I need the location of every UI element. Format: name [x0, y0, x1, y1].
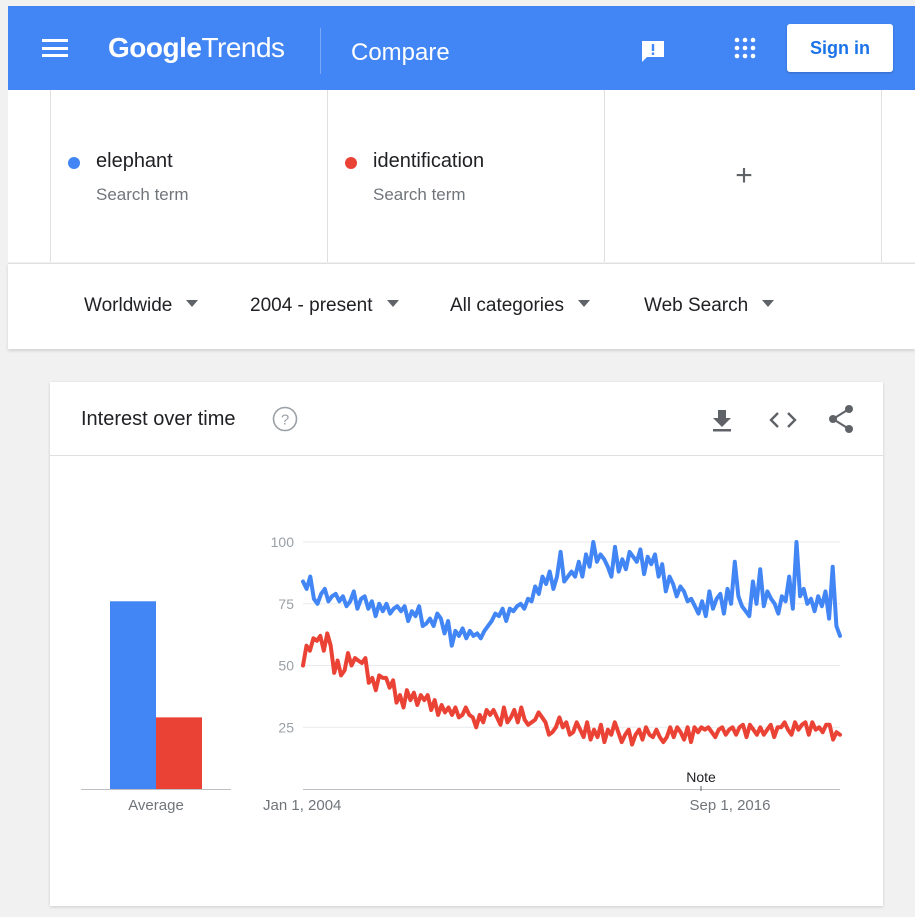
interest-over-time-card: Interest over time ? Average 25 50 75 100 Jan… [50, 382, 883, 906]
category-label: All categories [450, 295, 565, 316]
term-name: identification [373, 150, 485, 172]
term-type: Search term [373, 185, 466, 204]
y-tick-label: 50 [278, 658, 294, 674]
series-line-elephant [301, 540, 842, 648]
interest-chart: Average 25 50 75 100 Jan 1, 2004 Sep 1, 2016 No… [81, 534, 842, 814]
apps-grid-icon[interactable] [734, 37, 756, 59]
y-tick-label: 25 [278, 719, 294, 735]
feedback-icon[interactable] [640, 39, 666, 63]
dropdown-caret-icon [186, 300, 199, 308]
time-range-dropdown[interactable]: 2004 - present [250, 295, 399, 317]
x-tick-label-end: Sep 1, 2016 [690, 797, 771, 814]
dropdown-caret-icon [578, 300, 591, 308]
add-term-button[interactable]: + [605, 90, 883, 262]
term-color-dot [345, 157, 357, 169]
dropdown-caret-icon [386, 300, 399, 308]
series-line-identification [301, 631, 842, 747]
menu-icon[interactable] [42, 39, 68, 57]
sign-in-button[interactable]: Sign in [787, 24, 893, 72]
term-name: elephant [96, 150, 173, 172]
search-term-elephant[interactable]: elephant Search term [50, 90, 328, 262]
search-term-identification[interactable]: identification Search term [327, 90, 605, 262]
header-divider [320, 28, 321, 74]
filter-bar: Worldwide 2004 - present All categories … [8, 263, 915, 349]
term-type: Search term [96, 185, 189, 204]
y-tick-label: 75 [278, 596, 294, 612]
note-annotation: Note [686, 769, 716, 785]
average-axis-label: Average [128, 797, 184, 814]
time-range-label: 2004 - present [250, 295, 373, 316]
x-tick-label-start: Jan 1, 2004 [263, 797, 341, 814]
page-title: Compare [351, 39, 450, 66]
dropdown-caret-icon [762, 300, 775, 308]
region-dropdown[interactable]: Worldwide [84, 295, 199, 317]
category-dropdown[interactable]: All categories [450, 295, 591, 317]
average-bar-elephant [110, 601, 156, 789]
y-tick-label: 100 [271, 534, 295, 550]
search-type-label: Web Search [644, 295, 749, 316]
search-type-dropdown[interactable]: Web Search [644, 295, 775, 317]
average-bar-identification [156, 717, 202, 789]
add-term-slot: + [604, 90, 882, 262]
search-terms-panel: elephant Search term identification Sear… [8, 90, 915, 262]
logo-google-text: Google [108, 32, 202, 63]
region-label: Worldwide [84, 295, 173, 316]
term-color-dot [68, 157, 80, 169]
logo-trends-text: Trends [201, 32, 285, 63]
google-trends-logo[interactable]: GoogleTrends [108, 32, 285, 64]
app-header: GoogleTrends Compare Sign in [8, 6, 915, 90]
